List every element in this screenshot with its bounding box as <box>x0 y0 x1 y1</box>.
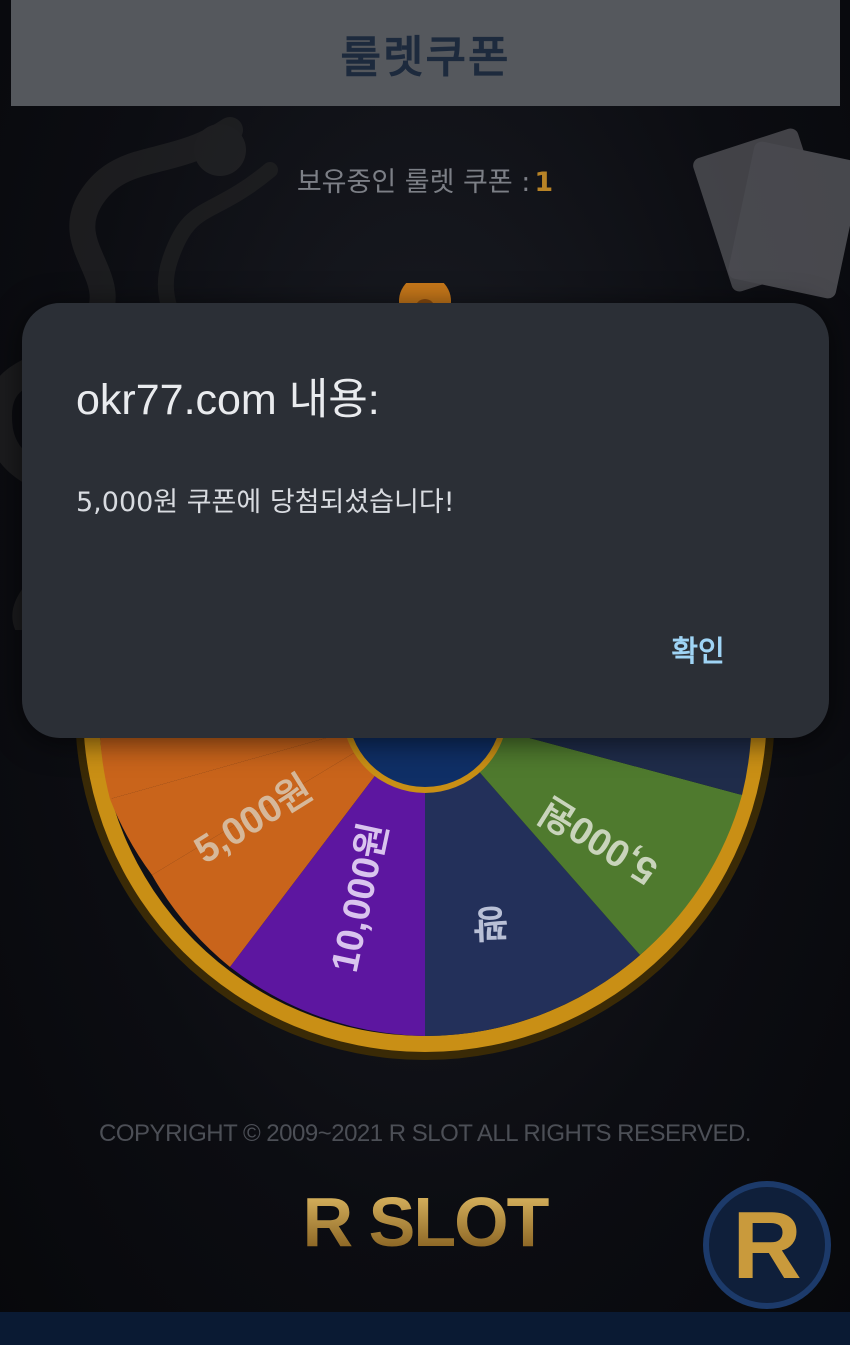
ok-button[interactable]: 확인 <box>662 628 734 674</box>
dialog-message: 5,000원 쿠폰에 당첨되셨습니다! <box>76 487 455 518</box>
dialog-title: okr77.com 내용: <box>76 376 380 424</box>
roulette-page: 룰렛쿠폰 보유중인 룰렛 쿠폰 :1 5,000원 10,000원 꽝 5,00… <box>0 0 850 1345</box>
alert-dialog: okr77.com 내용: 5,000원 쿠폰에 당첨되셨습니다! 확인 <box>22 303 829 738</box>
